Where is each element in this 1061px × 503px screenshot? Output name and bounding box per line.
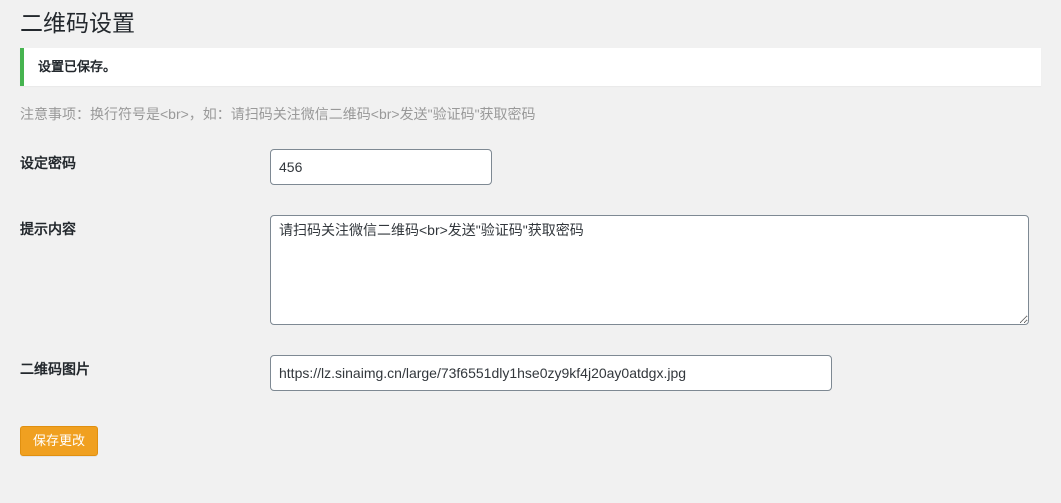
notice-message: 设置已保存。	[38, 59, 116, 74]
qrcode-image-input[interactable]	[270, 355, 832, 391]
settings-form-table: 设定密码 提示内容 请扫码关注微信二维码<br>发送"验证码"获取密码 二维码图…	[20, 134, 1041, 406]
hint-content-label: 提示内容	[20, 200, 270, 340]
qrcode-image-label: 二维码图片	[20, 340, 270, 406]
save-button[interactable]: 保存更改	[20, 426, 98, 456]
usage-hint: 注意事项：换行符号是<br>，如：请扫码关注微信二维码<br>发送"验证码"获取…	[20, 104, 1041, 124]
password-input[interactable]	[270, 149, 492, 185]
page-title: 二维码设置	[20, 0, 1041, 43]
success-notice: 设置已保存。	[20, 48, 1041, 87]
hint-content-textarea[interactable]: 请扫码关注微信二维码<br>发送"验证码"获取密码	[270, 215, 1029, 325]
password-label: 设定密码	[20, 134, 270, 200]
